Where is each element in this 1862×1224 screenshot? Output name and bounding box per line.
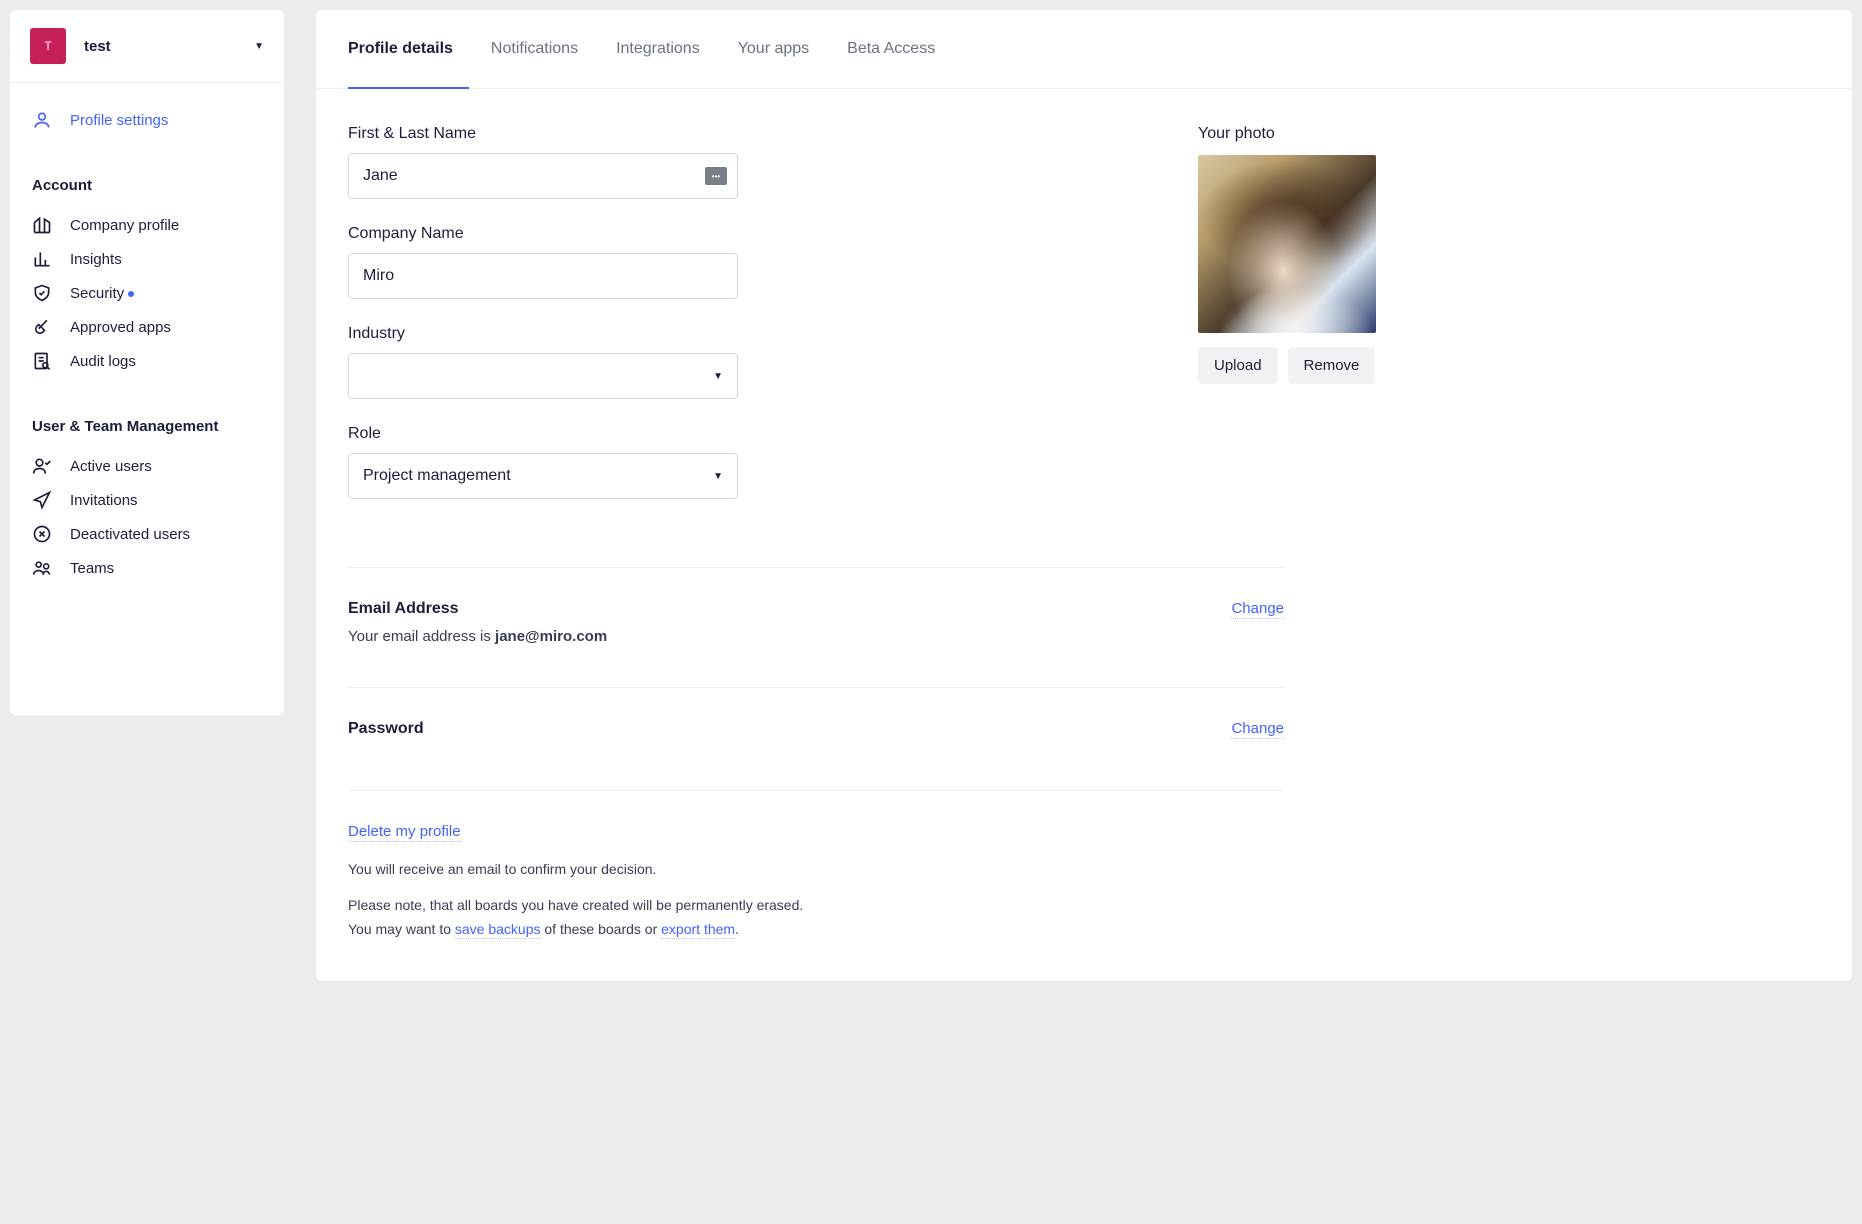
password-heading: Password: [348, 720, 424, 738]
change-email-link[interactable]: Change: [1231, 600, 1284, 619]
workspace-name: test: [84, 38, 254, 55]
divider: [348, 567, 1284, 568]
workspace-switcher[interactable]: T test ▼: [10, 10, 284, 83]
chevron-down-icon: ▼: [713, 371, 723, 382]
sidebar-item-label: Invitations: [70, 492, 138, 509]
save-backups-link[interactable]: save backups: [455, 921, 541, 939]
profile-photo: [1198, 155, 1376, 333]
x-circle-icon: [32, 524, 52, 544]
tabs: Profile details Notifications Integratio…: [316, 10, 1852, 89]
sidebar-item-active-users[interactable]: Active users: [32, 449, 262, 483]
photo-label: Your photo: [1198, 125, 1378, 143]
delete-note-line2b-suffix: .: [735, 921, 739, 937]
sidebar-item-deactivated-users[interactable]: Deactivated users: [32, 517, 262, 551]
sidebar-item-security[interactable]: Security: [32, 276, 262, 310]
tab-integrations[interactable]: Integrations: [616, 28, 700, 88]
company-label: Company Name: [348, 225, 1138, 243]
sidebar-item-label: Audit logs: [70, 353, 136, 370]
delete-note-line2a: Please note, that all boards you have cr…: [348, 897, 803, 913]
tab-profile-details[interactable]: Profile details: [348, 28, 453, 88]
workspace-badge: T: [30, 28, 66, 64]
shield-icon: [32, 283, 52, 303]
sidebar-item-label: Security: [70, 285, 124, 302]
email-address: jane@miro.com: [495, 628, 607, 645]
email-prefix: Your email address is: [348, 628, 495, 645]
delete-note-line2b-prefix: You may want to: [348, 921, 455, 937]
sidebar-item-label: Profile settings: [70, 112, 168, 129]
industry-label: Industry: [348, 325, 1138, 343]
sidebar-item-insights[interactable]: Insights: [32, 242, 262, 276]
delete-profile-link[interactable]: Delete my profile: [348, 823, 461, 842]
tab-notifications[interactable]: Notifications: [491, 28, 578, 88]
sidebar-item-label: Teams: [70, 560, 114, 577]
sidebar-item-approved-apps[interactable]: Approved apps: [32, 310, 262, 344]
sidebar-heading-account: Account: [32, 167, 262, 208]
sidebar: T test ▼ Profile settings Account Compan…: [10, 10, 284, 715]
role-value: Project management: [363, 467, 511, 485]
export-them-link[interactable]: export them: [661, 921, 735, 939]
sidebar-item-profile-settings[interactable]: Profile settings: [32, 103, 262, 137]
users-icon: [32, 558, 52, 578]
company-input[interactable]: Miro: [348, 253, 738, 299]
name-input[interactable]: Jane •••: [348, 153, 738, 199]
sidebar-item-label: Approved apps: [70, 319, 171, 336]
sidebar-item-label: Deactivated users: [70, 526, 190, 543]
user-check-icon: [32, 456, 52, 476]
delete-note-line1: You will receive an email to confirm you…: [348, 858, 1284, 882]
notification-dot: [128, 291, 134, 297]
role-select[interactable]: Project management ▼: [348, 453, 738, 499]
sidebar-item-company-profile[interactable]: Company profile: [32, 208, 262, 242]
tab-your-apps[interactable]: Your apps: [738, 28, 809, 88]
chevron-down-icon: ▼: [254, 41, 264, 52]
document-search-icon: [32, 351, 52, 371]
building-icon: [32, 215, 52, 235]
tab-beta-access[interactable]: Beta Access: [847, 28, 935, 88]
remove-button[interactable]: Remove: [1288, 347, 1376, 384]
autofill-icon: •••: [705, 167, 727, 185]
send-icon: [32, 490, 52, 510]
chart-icon: [32, 249, 52, 269]
company-value: Miro: [363, 267, 394, 285]
industry-select[interactable]: ▼: [348, 353, 738, 399]
email-heading: Email Address: [348, 600, 607, 618]
delete-note-line2b-mid: of these boards or: [541, 921, 662, 937]
name-label: First & Last Name: [348, 125, 1138, 143]
user-icon: [32, 110, 52, 130]
main-panel: Profile details Notifications Integratio…: [316, 10, 1852, 981]
sidebar-item-label: Insights: [70, 251, 122, 268]
chevron-down-icon: ▼: [713, 471, 723, 482]
sidebar-item-label: Company profile: [70, 217, 179, 234]
plug-icon: [32, 317, 52, 337]
divider: [348, 687, 1284, 688]
sidebar-item-label: Active users: [70, 458, 152, 475]
sidebar-heading-user-team: User & Team Management: [32, 408, 262, 449]
name-value: Jane: [363, 167, 398, 185]
role-label: Role: [348, 425, 1138, 443]
upload-button[interactable]: Upload: [1198, 347, 1278, 384]
sidebar-item-invitations[interactable]: Invitations: [32, 483, 262, 517]
sidebar-item-teams[interactable]: Teams: [32, 551, 262, 585]
change-password-link[interactable]: Change: [1231, 720, 1284, 739]
divider: [348, 790, 1284, 791]
sidebar-item-audit-logs[interactable]: Audit logs: [32, 344, 262, 378]
